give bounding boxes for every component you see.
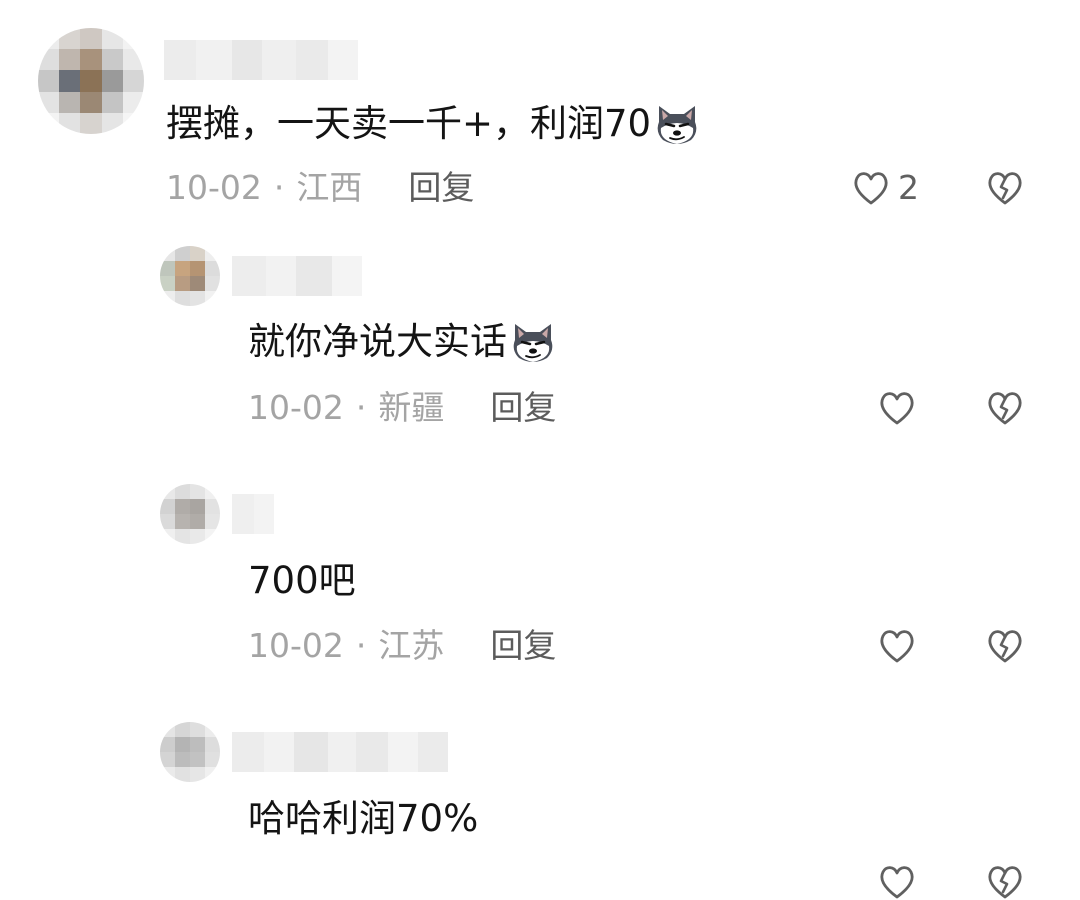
username-blurred[interactable] bbox=[164, 40, 358, 80]
broken-heart-icon bbox=[986, 170, 1024, 206]
comment-location: 新疆 bbox=[378, 388, 445, 427]
heart-outline-icon bbox=[852, 170, 890, 206]
comment-text: 哈哈利润70% bbox=[248, 797, 479, 840]
comment-text: 摆摊，一天卖一千+，利润70 bbox=[166, 100, 701, 148]
husky-smirk-emoji bbox=[653, 100, 701, 148]
username-blurred[interactable] bbox=[232, 494, 274, 534]
avatar[interactable] bbox=[38, 28, 144, 134]
username-blurred[interactable] bbox=[232, 256, 362, 296]
like-button[interactable] bbox=[878, 864, 916, 900]
heart-outline-icon bbox=[878, 864, 916, 900]
broken-heart-icon bbox=[986, 390, 1024, 426]
comment-location: 江苏 bbox=[378, 626, 445, 665]
username-blurred[interactable] bbox=[232, 732, 448, 772]
reply-button[interactable]: 回复 bbox=[490, 388, 556, 428]
like-button[interactable]: 2 bbox=[852, 168, 919, 207]
broken-heart-icon bbox=[986, 628, 1024, 664]
broken-heart-icon bbox=[986, 864, 1024, 900]
comment-date: 10-02 bbox=[166, 168, 262, 207]
avatar[interactable] bbox=[160, 722, 220, 782]
husky-smirk-emoji bbox=[509, 318, 557, 366]
comment-text: 700吧 bbox=[248, 559, 356, 602]
avatar[interactable] bbox=[160, 484, 220, 544]
avatar[interactable] bbox=[160, 246, 220, 306]
dislike-button[interactable] bbox=[986, 628, 1024, 664]
dislike-button[interactable] bbox=[986, 390, 1024, 426]
reply-button[interactable]: 回复 bbox=[490, 626, 556, 666]
meta-separator: · bbox=[355, 626, 367, 665]
comment-meta: 10-02 · 新疆 回复 bbox=[248, 388, 556, 428]
meta-separator: · bbox=[273, 168, 285, 207]
like-button[interactable] bbox=[878, 628, 924, 664]
comment-date: 10-02 bbox=[248, 388, 344, 427]
like-count: 2 bbox=[898, 168, 919, 207]
heart-outline-icon bbox=[878, 390, 916, 426]
comment-meta: 10-02 · 江西 回复 bbox=[166, 168, 474, 208]
comment-location: 江西 bbox=[296, 168, 363, 207]
comment-date: 10-02 bbox=[248, 626, 344, 665]
meta-separator: · bbox=[355, 388, 367, 427]
dislike-button[interactable] bbox=[986, 170, 1024, 206]
comment-text: 就你净说大实话 bbox=[248, 318, 557, 366]
like-button[interactable] bbox=[878, 390, 924, 426]
heart-outline-icon bbox=[878, 628, 916, 664]
reply-button[interactable]: 回复 bbox=[408, 168, 474, 208]
dislike-button[interactable] bbox=[986, 864, 1024, 900]
comment-meta: 10-02 · 江苏 回复 bbox=[248, 626, 556, 666]
